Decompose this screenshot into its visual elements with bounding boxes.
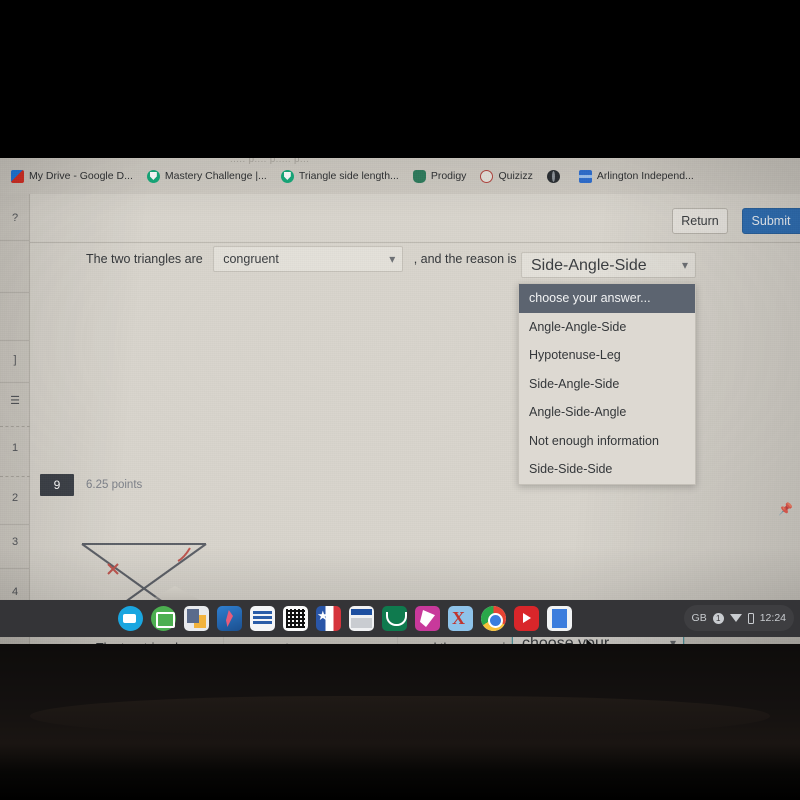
x-app-icon[interactable] (448, 606, 473, 631)
question-9-prompt-row: The two triangles are congruent ▾ , and … (86, 246, 517, 272)
bookmark-arlington-isd[interactable]: Arlington Independ... (576, 165, 697, 187)
google-classroom-icon[interactable] (151, 606, 176, 631)
bookmark-label: Mastery Challenge |... (164, 170, 267, 182)
bookmark-label: Prodigy (430, 170, 467, 182)
chevron-down-icon: ▾ (681, 258, 688, 272)
green-app-icon[interactable] (382, 606, 407, 631)
assignment-page: ? ] ☰ 1 2 3 4 Return Submit The two tria… (0, 194, 800, 644)
rail-divider (0, 382, 30, 383)
question-navigator-rail[interactable]: ? ] ☰ 1 2 3 4 (0, 194, 30, 644)
return-button[interactable]: Return (672, 208, 728, 234)
rail-divider (0, 292, 30, 293)
rail-item-7[interactable]: 3 (0, 536, 30, 548)
rail-divider-dashed (0, 426, 30, 427)
cutoff-tab-text: ..... p.... p..... p... (230, 158, 310, 165)
google-slides-icon[interactable] (184, 606, 209, 631)
reason-dropdown-list[interactable]: choose your answer... Angle-Angle-Side H… (518, 283, 696, 485)
photo-top-black-band (0, 0, 800, 158)
bookmark-mastery-challenge[interactable]: Mastery Challenge |... (144, 165, 270, 187)
wifi-icon[interactable] (729, 614, 742, 622)
laptop-base (0, 644, 800, 800)
question-9-prompt-middle: , and the reason is (413, 252, 517, 266)
rail-divider (0, 340, 30, 341)
select-value: Side-Angle-Side (531, 257, 647, 274)
chevron-down-icon: ▾ (389, 252, 396, 266)
chrome-icon[interactable] (481, 606, 506, 631)
question-9-number-badge: 9 (40, 474, 74, 496)
newsela-icon[interactable] (349, 606, 374, 631)
chevron-down-icon: ▾ (384, 636, 390, 644)
bookmark-globe[interactable] (544, 165, 568, 187)
dropdown-option-choose[interactable]: choose your answer... (519, 284, 695, 313)
question-9-reason-select[interactable]: Side-Angle-Side ▾ (521, 252, 696, 278)
bookmark-my-drive[interactable]: My Drive - Google D... (8, 165, 136, 187)
toolbar-divider (30, 242, 800, 243)
khan-academy-icon (146, 169, 160, 183)
tray-clock[interactable]: 12:24 (760, 612, 786, 624)
rail-item-8[interactable]: 4 (0, 586, 30, 598)
bookmark-label: Arlington Independ... (596, 170, 694, 182)
shelf-app-list (118, 606, 572, 631)
bookmark-label: Triangle side length... (298, 170, 399, 182)
notification-badge-icon[interactable]: 1 (712, 612, 724, 624)
rail-divider (0, 568, 30, 569)
rail-item-4[interactable]: ☰ (0, 394, 30, 407)
pink-app-icon[interactable] (415, 606, 440, 631)
rail-divider-dashed (0, 476, 30, 477)
rail-item-3[interactable]: ] (0, 354, 30, 366)
bookmark-triangle-side-length[interactable]: Triangle side length... (278, 165, 402, 187)
system-tray[interactable]: GB 1 12:24 (683, 605, 794, 631)
chromebook-screen: ..... p.... p..... p... My Drive - Googl… (0, 158, 800, 644)
dropdown-option-asa[interactable]: Angle-Side-Angle (519, 398, 695, 427)
question-9-points: 6.25 points (86, 479, 143, 491)
dropdown-option-hl[interactable]: Hypotenuse-Leg (519, 341, 695, 370)
submit-button[interactable]: Submit (742, 208, 800, 234)
rail-divider (0, 240, 30, 241)
bookmark-label: My Drive - Google D... (29, 170, 133, 182)
quizizz-icon (480, 169, 494, 183)
google-drive-icon (11, 169, 24, 183)
pin-icon[interactable]: 📌 (778, 502, 793, 516)
question-9-congruence-select[interactable]: congruent ▾ (213, 246, 404, 272)
browser-bookmark-bar: ..... p.... p..... p... My Drive - Googl… (0, 158, 800, 194)
bookmark-prodigy[interactable]: Prodigy (410, 165, 470, 187)
google-meet-icon[interactable] (118, 606, 143, 631)
globe-icon (546, 169, 560, 183)
rail-divider (0, 524, 30, 525)
bookmark-quizizz[interactable]: Quizizz (477, 165, 535, 187)
battery-icon[interactable] (747, 612, 754, 624)
google-docs-icon[interactable] (547, 606, 572, 631)
qr-code-icon[interactable] (283, 606, 308, 631)
arlington-isd-icon (578, 169, 592, 183)
prodigy-icon (412, 169, 426, 183)
blue-app-icon[interactable] (217, 606, 242, 631)
rail-item-5[interactable]: 1 (0, 442, 30, 454)
rail-item-0[interactable]: ? (0, 212, 30, 224)
texas-flag-icon[interactable] (316, 606, 341, 631)
rail-item-6[interactable]: 2 (0, 492, 30, 504)
select-value: congruent (223, 252, 279, 266)
bookmark-label: Quizizz (498, 170, 533, 182)
question-9-prompt-start: The two triangles are (86, 252, 203, 266)
khan-academy-icon (280, 169, 294, 183)
dropdown-option-nei[interactable]: Not enough information (519, 427, 695, 456)
dropdown-option-sss[interactable]: Side-Side-Side (519, 455, 695, 484)
tray-locale: GB (691, 612, 707, 624)
chromeos-shelf: GB 1 12:24 (0, 600, 800, 637)
dropdown-option-aas[interactable]: Angle-Angle-Side (519, 313, 695, 342)
dropdown-option-sas[interactable]: Side-Angle-Side (519, 370, 695, 399)
youtube-icon[interactable] (514, 606, 539, 631)
document-app-icon[interactable] (250, 606, 275, 631)
photo-of-laptop-screen: ..... p.... p..... p... My Drive - Googl… (0, 0, 800, 800)
